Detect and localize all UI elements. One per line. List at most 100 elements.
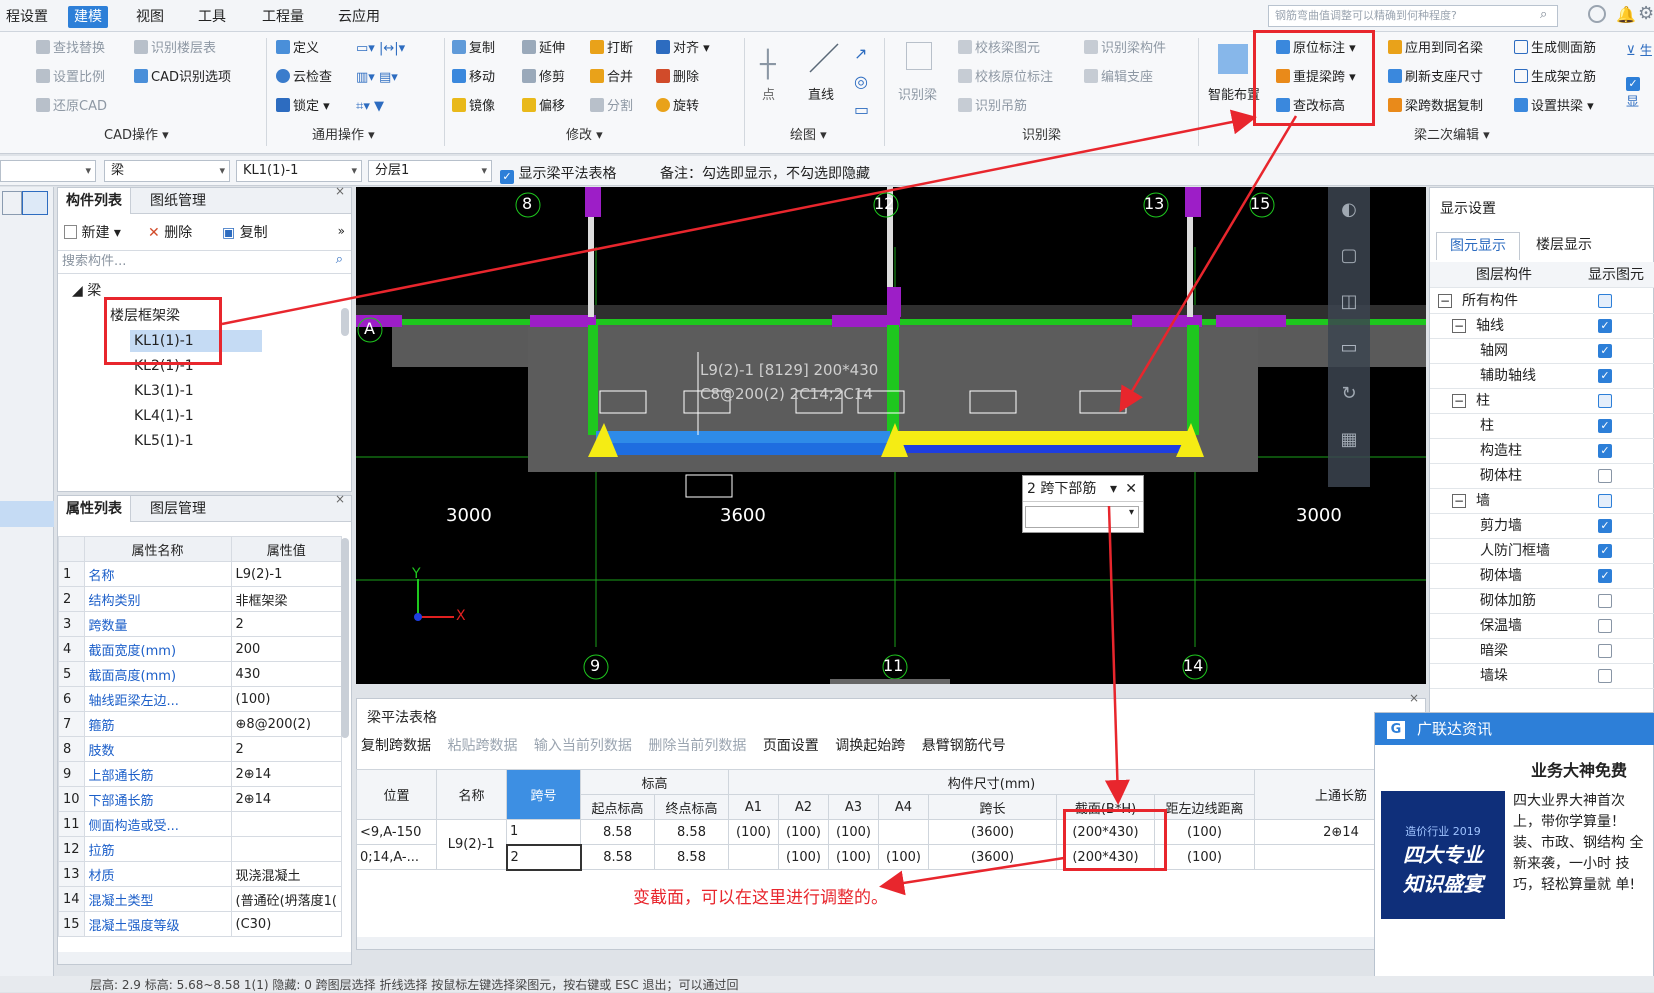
property-row[interactable]: 14 混凝土类型 (普通砼(坍落度1(	[58, 886, 342, 912]
smart-layout-icon[interactable]	[1218, 44, 1248, 74]
column-header-span[interactable]: 跨号	[506, 769, 581, 820]
table-cell[interactable]: (100)	[778, 819, 829, 845]
close-icon[interactable]: ×	[335, 492, 345, 506]
cantilever-code-button[interactable]: 悬臂钢筋代号	[922, 738, 1006, 754]
view-icon[interactable]	[2, 191, 22, 215]
table-row[interactable]: 0;14,A-... 2 8.58 8.58 (100) (100) (100) (3600)…	[356, 843, 1428, 871]
property-value[interactable]: 2	[230, 611, 342, 637]
menu-project-settings[interactable]: 程设置	[0, 6, 54, 28]
side-rebar-button[interactable]: 生成侧面筋	[1514, 38, 1596, 60]
copy-button[interactable]: 复制	[452, 38, 495, 60]
beam-vertical[interactable]	[588, 325, 598, 435]
table-cell[interactable]: (100)	[828, 844, 879, 870]
property-row[interactable]: 15 混凝土强度等级 (C30)	[58, 911, 342, 937]
offset-button[interactable]: 偏移	[522, 96, 565, 118]
property-value[interactable]: 2⊕14	[230, 786, 342, 812]
search-icon[interactable]: ⌕	[1540, 7, 1547, 22]
paste-span-data-button[interactable]: 粘贴跨数据	[447, 738, 517, 754]
visibility-checkbox[interactable]: ✓	[1598, 569, 1612, 583]
delete-button[interactable]: 删除	[656, 67, 699, 89]
property-value[interactable]: (普通砼(坍落度1(	[230, 886, 342, 912]
line-button-label[interactable]: 直线	[808, 84, 834, 103]
trim-button[interactable]: 修剪	[522, 67, 565, 89]
table-cell[interactable]: (100)	[1154, 819, 1255, 845]
refresh-support-button[interactable]: 刷新支座尺寸	[1388, 67, 1483, 89]
table-cell[interactable]	[728, 844, 779, 870]
close-icon[interactable]: ✕	[1125, 476, 1137, 502]
property-value[interactable]: 现浇混凝土	[230, 861, 342, 887]
beam-vertical[interactable]	[887, 325, 899, 435]
identify-beam-icon[interactable]	[906, 42, 932, 70]
property-value[interactable]: 2	[230, 736, 342, 762]
drawing-canvas[interactable]: 8 12 13 15 9 11 14 A 3000 3600 3000 L9(2…	[356, 187, 1426, 684]
tree-item-kl5[interactable]: KL5(1)-1	[134, 430, 194, 452]
cad-options-button[interactable]: CAD识别选项	[134, 67, 231, 89]
table-row[interactable]: <9,A-150 L9(2)-1 1 8.58 8.58 (100) (100) (100)(…	[356, 819, 1428, 870]
visibility-checkbox[interactable]	[1598, 394, 1612, 408]
visibility-checkbox[interactable]	[1598, 619, 1612, 633]
identify-beam-comp-button[interactable]: 识别梁构件	[1084, 38, 1166, 60]
span-copy-button[interactable]: 梁跨数据复制	[1388, 96, 1483, 118]
property-row[interactable]: 7 箍筋 ⊕8@200(2)	[58, 711, 342, 737]
point-button-label[interactable]: 点	[762, 84, 775, 103]
collapse-icon[interactable]: −	[1438, 294, 1452, 308]
settings-icon[interactable]: ⚙	[1638, 3, 1654, 24]
arc-circle-rect-icons[interactable]: ↗ ◎ ▭	[854, 40, 869, 124]
beam-annotation-text[interactable]: C8@200(2) 2C14;2C14	[700, 385, 873, 403]
table-cell[interactable]: (3600)	[928, 819, 1057, 845]
grid-icons[interactable]: ⌗▾ ▼	[356, 96, 384, 118]
help-search-input[interactable]: 钢筋弯曲值调整可以精确到何种程度?	[1268, 5, 1558, 27]
menu-cloud[interactable]: 云应用	[332, 6, 386, 28]
check-beam-button[interactable]: 校核梁图元	[958, 38, 1040, 60]
new-component-button[interactable]: 新建 ▾	[64, 222, 121, 242]
span-rebar-popup[interactable]: 2 跨下部筋 ▾ ✕ ▾	[1022, 475, 1144, 533]
display-row[interactable]: 辅助轴线 ✓	[1430, 363, 1654, 389]
tab-floor-display[interactable]: 楼层显示	[1522, 232, 1606, 260]
set-scale-button[interactable]: 设置比例	[36, 67, 105, 89]
tab-component-list[interactable]: 构件列表	[58, 188, 131, 214]
display-row[interactable]: 砌体墙 ✓	[1430, 563, 1654, 589]
beam-annotation-text[interactable]: L9(2)-1 [8129] 200*430	[700, 361, 878, 379]
check-annotation-button[interactable]: 校核原位标注	[958, 67, 1053, 89]
annotation-box[interactable]	[685, 474, 733, 498]
property-row[interactable]: 8 肢数 2	[58, 736, 342, 762]
visibility-checkbox[interactable]	[1598, 594, 1612, 608]
close-icon[interactable]: ×	[335, 184, 345, 198]
page-setup-button[interactable]: 页面设置	[763, 738, 819, 754]
menu-quantity[interactable]: 工程量	[256, 6, 310, 28]
expand-icon[interactable]: »	[338, 224, 345, 238]
list-view-icon[interactable]	[22, 191, 48, 215]
property-row[interactable]: 3 跨数量 2	[58, 611, 342, 637]
display-row[interactable]: 柱 ✓	[1430, 413, 1654, 439]
visibility-checkbox[interactable]: ✓	[1598, 519, 1612, 533]
display-row[interactable]: 砌体柱	[1430, 463, 1654, 489]
copy-span-data-button[interactable]: 复制跨数据	[361, 738, 431, 754]
tree-item-kl4[interactable]: KL4(1)-1	[134, 405, 194, 427]
delete-column-button[interactable]: 删除当前列数据	[648, 738, 746, 754]
tree-root-beam[interactable]: ◢ 梁	[72, 280, 101, 302]
property-value[interactable]: (100)	[230, 686, 342, 712]
define-button[interactable]: 定义	[276, 38, 319, 60]
table-cell[interactable]	[878, 819, 929, 845]
property-value[interactable]: 非框架梁	[230, 586, 342, 612]
search-icon[interactable]: ⌕	[336, 252, 343, 267]
property-row[interactable]: 6 轴线距梁左边... (100)	[58, 686, 342, 712]
mirror-button[interactable]: 镜像	[452, 96, 495, 118]
visibility-checkbox[interactable]	[1598, 669, 1612, 683]
rotate-button[interactable]: 旋转	[656, 96, 699, 118]
beam-l9-span1-top[interactable]	[596, 431, 890, 443]
restore-cad-button[interactable]: 还原CAD	[36, 96, 107, 118]
table-cell[interactable]: 8.58	[580, 844, 655, 870]
identify-floor-table-button[interactable]: 识别楼层表	[134, 38, 216, 60]
table-cell[interactable]: 1	[506, 819, 581, 845]
find-replace-button[interactable]: 查找替换	[36, 38, 105, 60]
visibility-checkbox[interactable]: ✓	[1598, 419, 1612, 433]
visibility-checkbox[interactable]	[1598, 644, 1612, 658]
visibility-checkbox[interactable]: ✓	[1598, 444, 1612, 458]
more-tools-icons[interactable]: ⊻ 生 ✓ 显	[1626, 40, 1654, 110]
beam-drawing[interactable]	[356, 187, 1426, 684]
property-row[interactable]: 11 侧面构造或受...	[58, 811, 342, 837]
property-row[interactable]: 2 结构类别 非框架梁	[58, 586, 342, 612]
property-row[interactable]: 12 拉筋	[58, 836, 342, 862]
scrollbar[interactable]	[341, 308, 349, 336]
